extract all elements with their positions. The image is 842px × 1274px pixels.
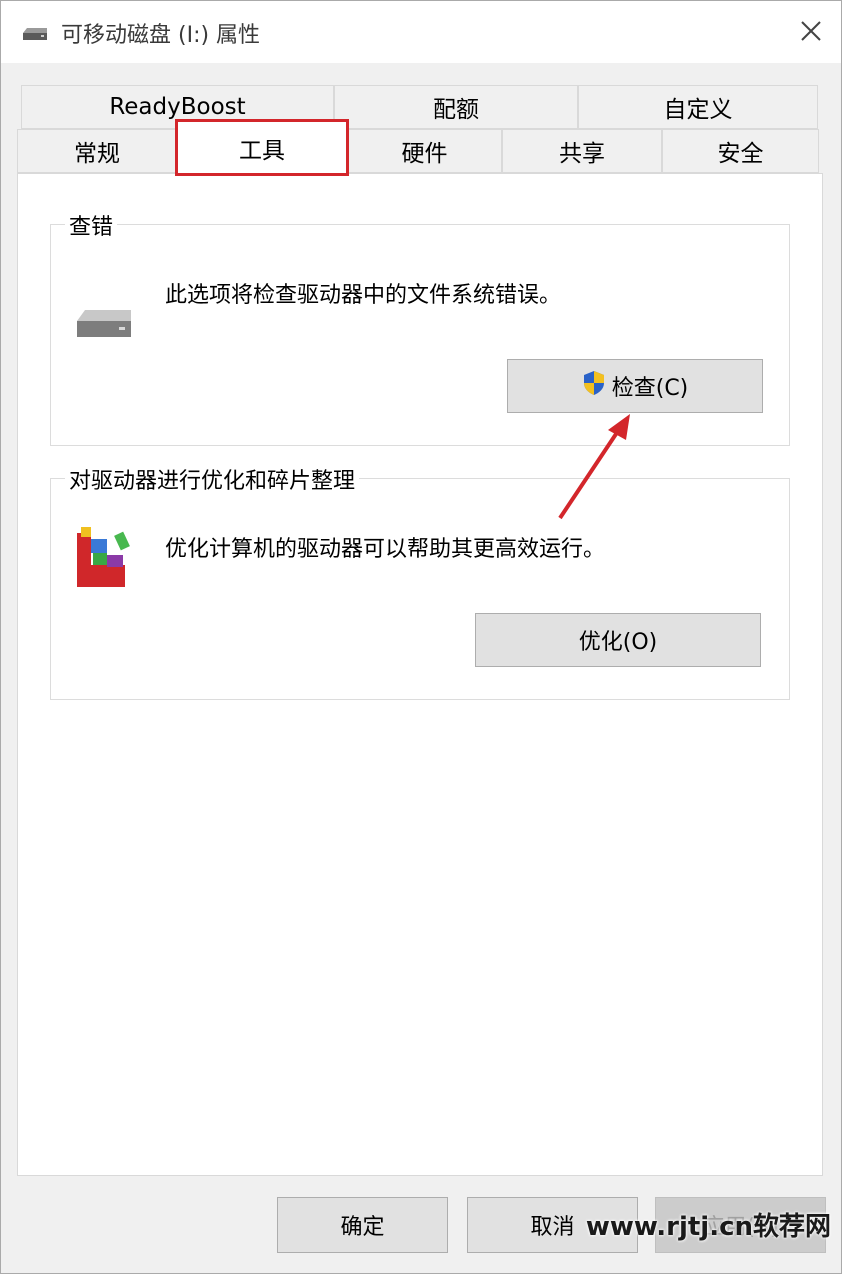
tab-customize[interactable]: 自定义 — [578, 85, 818, 129]
tab-quota[interactable]: 配额 — [334, 85, 578, 129]
optimize-button[interactable]: 优化(O) — [475, 613, 761, 667]
optimize-description: 优化计算机的驱动器可以帮助其更高效运行。 — [165, 537, 606, 562]
close-button[interactable] — [793, 13, 829, 49]
check-button[interactable]: 检查(C) — [507, 359, 763, 413]
optimize-title: 对驱动器进行优化和碎片整理 — [65, 463, 360, 495]
error-check-title: 查错 — [65, 209, 118, 241]
title-bar: 可移动磁盘 (I:) 属性 — [1, 1, 841, 63]
tab-tools[interactable]: 工具 — [175, 119, 349, 176]
drive-icon — [21, 25, 49, 43]
tab-security[interactable]: 安全 — [662, 129, 819, 173]
watermark: www.rjtj.cn软荐网 — [585, 1212, 831, 1242]
error-check-description: 此选项将检查驱动器中的文件系统错误。 — [165, 283, 562, 308]
ok-button[interactable]: 确定 — [277, 1197, 448, 1253]
properties-window: 可移动磁盘 (I:) 属性 ReadyBoost 配额 自定义 常规 工具 硬件… — [0, 0, 842, 1274]
error-check-group: 查错 此选项将检查驱动器中的文件系统错误。 检查(C) — [50, 209, 790, 446]
tab-sharing[interactable]: 共享 — [502, 129, 662, 173]
tab-general[interactable]: 常规 — [17, 129, 177, 173]
close-icon — [801, 21, 821, 41]
defrag-icon — [73, 525, 135, 595]
window-title: 可移动磁盘 (I:) 属性 — [61, 23, 261, 48]
optimize-group: 对驱动器进行优化和碎片整理 优化计算机的驱动器可以帮助其更高效运行。 优化(O) — [50, 463, 790, 700]
tab-hardware[interactable]: 硬件 — [347, 129, 502, 173]
removable-drive-icon — [73, 307, 135, 347]
uac-shield-icon — [582, 370, 606, 402]
tools-panel: 查错 此选项将检查驱动器中的文件系统错误。 检查(C) 对驱动器进行优化和碎片整… — [17, 173, 823, 1176]
annotation-arrow-icon — [558, 414, 630, 520]
